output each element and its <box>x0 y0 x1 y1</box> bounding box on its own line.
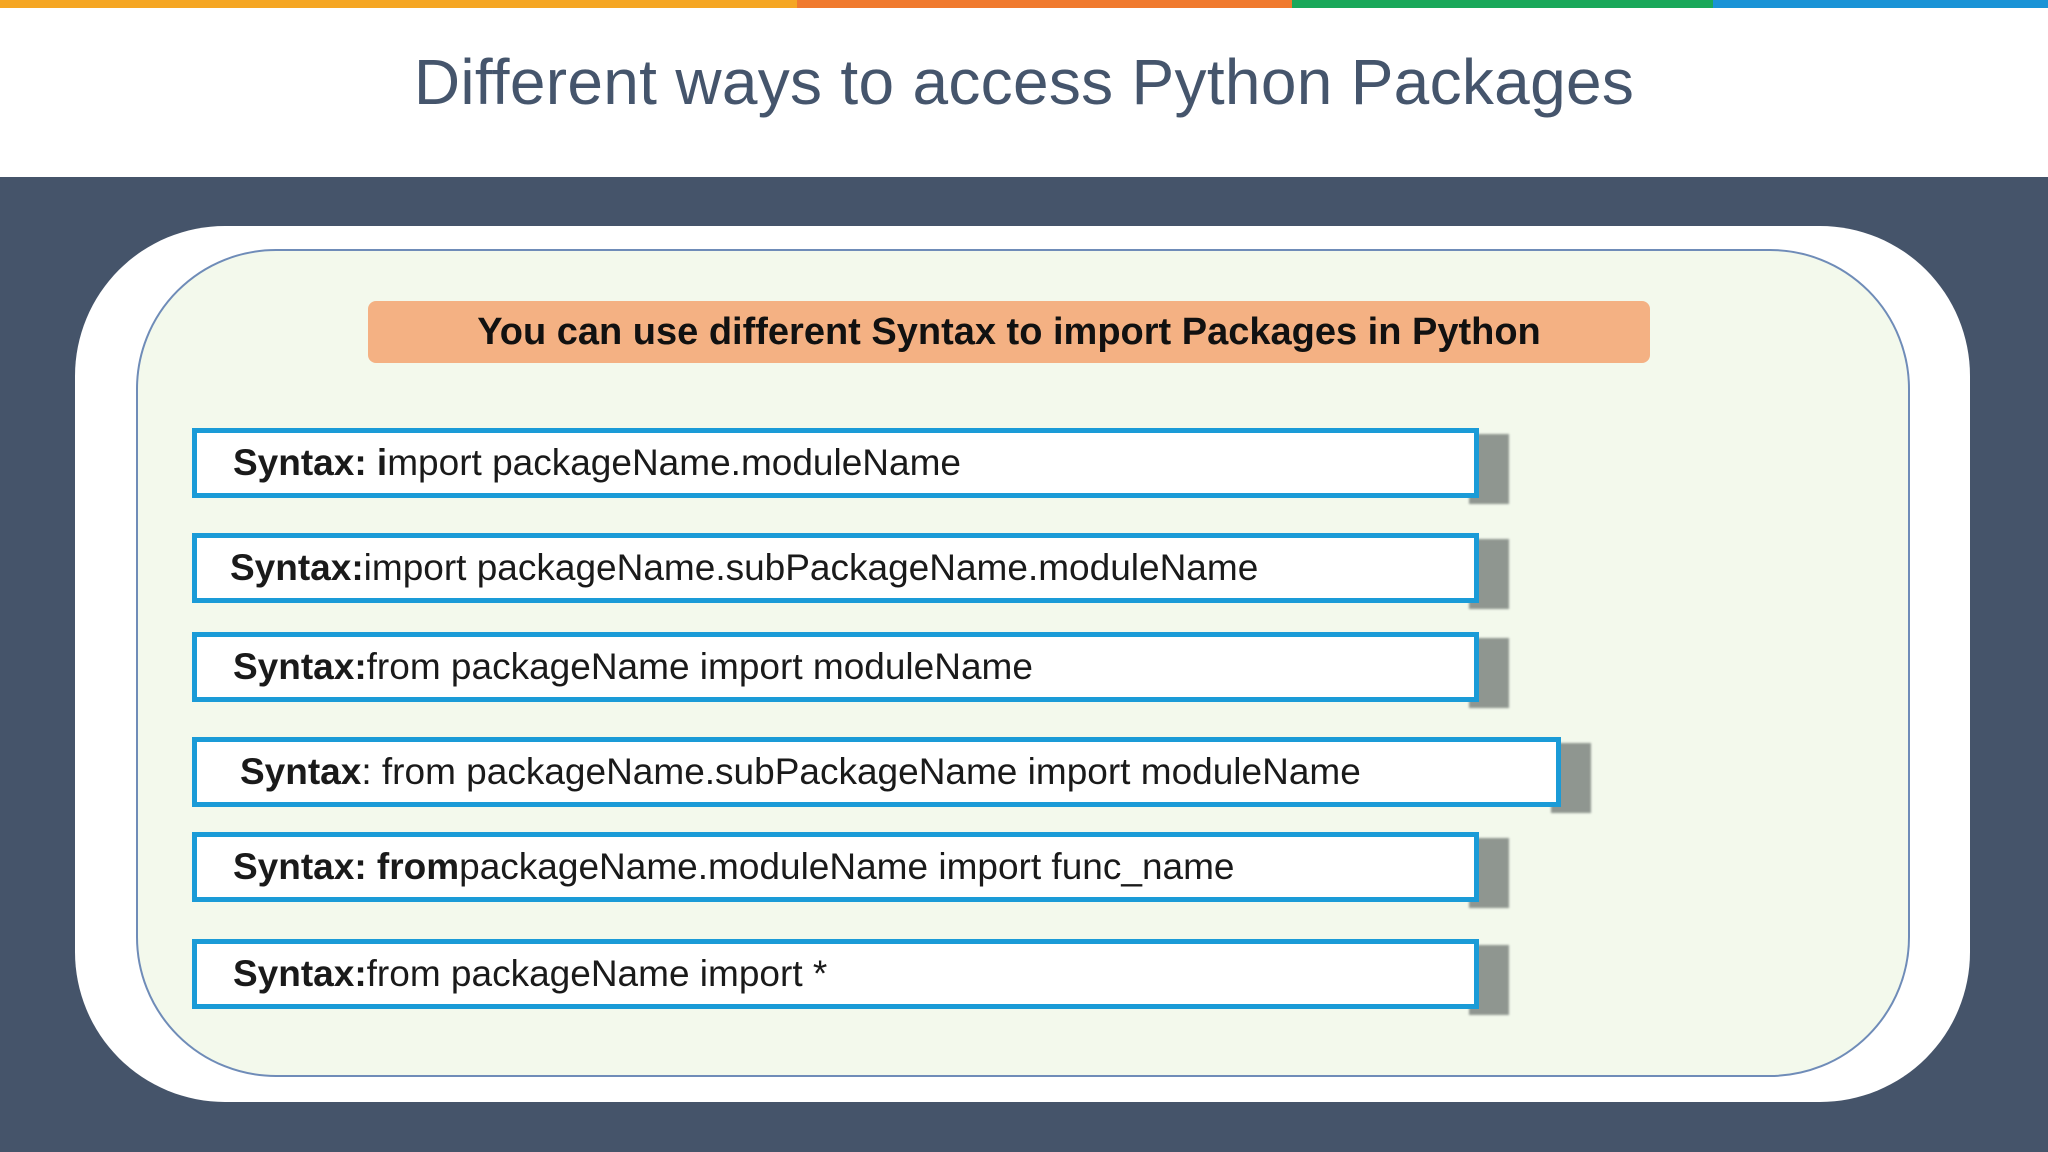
syntax-row: Syntax: import packageName.subPackageNam… <box>192 533 1509 609</box>
syntax-keyword: Syntax: i <box>233 442 388 483</box>
syntax-keyword: Syntax: <box>233 646 367 687</box>
syntax-box: Syntax: from packageName import moduleNa… <box>192 632 1479 702</box>
syntax-statement: packageName.moduleName import func_name <box>459 846 1235 887</box>
syntax-box: Syntax: import packageName.subPackageNam… <box>192 533 1479 603</box>
syntax-row: Syntax: from packageName.moduleName impo… <box>192 832 1509 908</box>
syntax-box: Syntax: from packageName import * <box>192 939 1479 1009</box>
syntax-statement: mport packageName.moduleName <box>387 442 961 483</box>
syntax-banner: You can use different Syntax to import P… <box>368 301 1650 363</box>
slide-header: Different ways to access Python Packages <box>0 8 2048 177</box>
syntax-statement: import packageName.subPackageName.module… <box>363 547 1259 588</box>
syntax-row: Syntax: from packageName import * <box>192 939 1509 1015</box>
syntax-box: Syntax: from packageName.subPackageName … <box>192 737 1561 807</box>
syntax-box: Syntax: from packageName.moduleName impo… <box>192 832 1479 902</box>
syntax-row: Syntax: from packageName import moduleNa… <box>192 632 1509 708</box>
syntax-statement: from packageName import moduleName <box>366 646 1033 687</box>
banner-text: You can use different Syntax to import P… <box>477 310 1541 353</box>
stripe-segment-red-orange <box>797 0 1292 8</box>
slide-title: Different ways to access Python Packages <box>413 45 1635 118</box>
stripe-segment-orange <box>0 0 797 8</box>
syntax-keyword: Syntax <box>240 751 362 792</box>
stripe-segment-blue <box>1713 0 2048 8</box>
top-color-stripe <box>0 0 2048 8</box>
syntax-keyword: Syntax: <box>233 953 367 994</box>
slide: Different ways to access Python Packages… <box>0 0 2048 1152</box>
stripe-segment-green <box>1292 0 1713 8</box>
syntax-row: Syntax: from packageName.subPackageName … <box>192 737 1591 813</box>
syntax-keyword: Syntax: <box>230 547 364 588</box>
syntax-box: Syntax: i mport packageName.moduleName <box>192 428 1479 498</box>
syntax-row: Syntax: i mport packageName.moduleName <box>192 428 1509 504</box>
syntax-statement: from packageName import * <box>366 953 828 994</box>
syntax-keyword: Syntax: from <box>233 846 460 887</box>
syntax-statement: : from packageName.subPackageName import… <box>361 751 1361 792</box>
